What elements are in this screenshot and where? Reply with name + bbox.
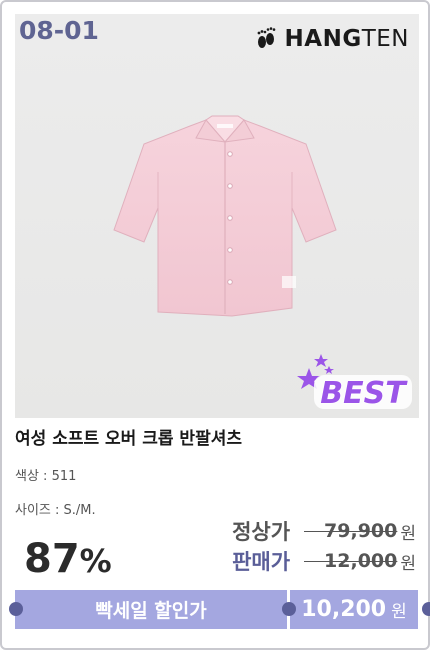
flash-sale-label: 빡세일 할인가	[95, 600, 207, 622]
discount-number: 87	[24, 536, 80, 582]
discount-unit: %	[79, 542, 112, 580]
regular-price-label: 정상가	[232, 520, 291, 544]
color-label: 색상	[15, 469, 39, 484]
regular-price-value: 79,900	[324, 520, 398, 542]
size-value: : S./M.	[50, 503, 96, 518]
brand-name-bold: HANG	[284, 26, 362, 52]
sale-price-amount: 12,000	[304, 550, 397, 572]
color-value: : 511	[38, 469, 77, 484]
size-info: 사이즈 : S./M.	[15, 499, 96, 518]
sale-price: 판매가 12,000 원	[232, 546, 416, 576]
brand-logo: HANGTEN	[255, 26, 409, 52]
brand-name: HANGTEN	[285, 26, 409, 52]
regular-price: 정상가 79,900 원	[232, 516, 416, 546]
regular-price-amount: 79,900	[304, 520, 397, 542]
product-card[interactable]: 08-01 HANGTEN BEST 여성 소프트 오버 크롭 반팔셔츠 색상 …	[0, 0, 430, 650]
shirt-illustration	[113, 115, 337, 317]
brand-name-light: TEN	[361, 26, 409, 52]
best-badge-label: BEST	[320, 376, 408, 411]
product-image[interactable]: 08-01 HANGTEN BEST	[15, 14, 419, 418]
ticket-notch-right	[422, 602, 430, 616]
flash-sale-price-bar[interactable]: 10,200 원	[290, 590, 418, 629]
sale-price-value: 12,000	[324, 550, 398, 572]
sale-price-currency: 원	[400, 553, 416, 574]
best-badge: BEST	[297, 354, 412, 412]
footprint-icon	[257, 27, 275, 48]
product-code: 08-01	[19, 16, 99, 45]
flash-sale-price: 10,200	[301, 597, 387, 622]
flash-sale-currency: 원	[391, 602, 407, 622]
ticket-notch-middle	[282, 602, 296, 616]
flash-sale-label-bar[interactable]: 빡세일 할인가	[15, 590, 287, 629]
discount-rate: 87%	[24, 536, 112, 582]
sale-price-label: 판매가	[232, 550, 291, 574]
ticket-notch-left	[9, 602, 23, 616]
product-title[interactable]: 여성 소프트 오버 크롭 반팔셔츠	[15, 424, 242, 449]
size-label: 사이즈	[15, 503, 51, 518]
color-info: 색상 : 511	[15, 465, 76, 484]
regular-price-currency: 원	[400, 523, 416, 544]
